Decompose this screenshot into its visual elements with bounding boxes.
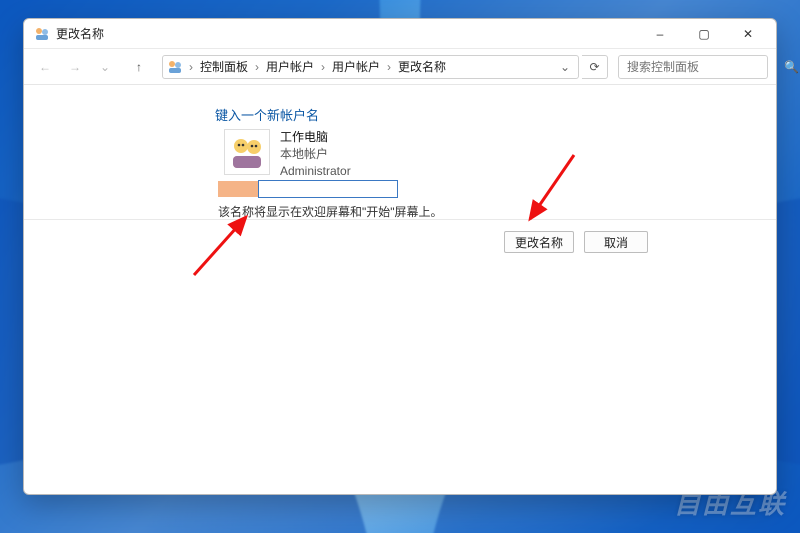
breadcrumb-item[interactable]: 用户帐户 <box>329 58 383 75</box>
change-name-button[interactable]: 更改名称 <box>504 231 574 253</box>
new-name-input[interactable] <box>258 180 398 198</box>
maximize-button[interactable]: ▢ <box>682 20 726 48</box>
close-icon: ✕ <box>743 27 753 41</box>
chevron-right-icon[interactable]: › <box>187 60 195 74</box>
page-heading: 键入一个新帐户名 <box>215 105 319 124</box>
hint-text: 该名称将显示在欢迎屏幕和"开始"屏幕上。 <box>218 203 443 220</box>
chevron-right-icon[interactable]: › <box>253 60 261 74</box>
refresh-icon: ⟳ <box>589 60 599 74</box>
address-bar[interactable]: › 控制面板 › 用户帐户 › 用户帐户 › 更改名称 ⌄ <box>162 55 579 79</box>
titlebar: 更改名称 – ▢ ✕ <box>24 19 776 49</box>
nav-up-button[interactable]: ↑ <box>126 54 152 80</box>
cancel-button[interactable]: 取消 <box>584 231 648 253</box>
account-summary: 工作电脑 本地帐户 Administrator <box>224 129 351 179</box>
user-accounts-icon <box>34 26 50 42</box>
breadcrumb-item[interactable]: 控制面板 <box>197 58 251 75</box>
chevron-right-icon[interactable]: › <box>385 60 393 74</box>
search-input[interactable] <box>625 59 784 75</box>
breadcrumb-item[interactable]: 用户帐户 <box>263 58 317 75</box>
user-accounts-icon <box>167 59 183 75</box>
refresh-button[interactable]: ⟳ <box>582 55 608 79</box>
account-avatar <box>224 129 270 175</box>
account-name: 工作电脑 <box>280 129 351 146</box>
close-button[interactable]: ✕ <box>726 20 770 48</box>
chevron-right-icon[interactable]: › <box>319 60 327 74</box>
nav-back-button[interactable]: ← <box>32 54 58 80</box>
nav-toolbar: ← → ⌄ ↑ › 控制面板 › 用户帐户 › 用户帐户 › 更改名称 ⌄ ⟳ <box>24 49 776 85</box>
divider <box>24 219 776 220</box>
content-area: 键入一个新帐户名 工作电脑 本地帐户 Administrator <box>24 85 776 494</box>
search-icon[interactable]: 🔍 <box>784 60 799 74</box>
nav-recent-button[interactable]: ⌄ <box>92 54 118 80</box>
window-title: 更改名称 <box>56 25 104 42</box>
control-panel-window: 更改名称 – ▢ ✕ ← → ⌄ ↑ › 控制面板 › 用户帐户 › 用户帐户 … <box>23 18 777 495</box>
account-type: 本地帐户 <box>280 146 351 163</box>
annotation-arrow-right <box>474 145 584 235</box>
breadcrumb-item[interactable]: 更改名称 <box>395 58 449 75</box>
account-role: Administrator <box>280 163 351 180</box>
minimize-icon: – <box>657 27 664 41</box>
maximize-icon: ▢ <box>698 27 709 41</box>
address-dropdown-button[interactable]: ⌄ <box>556 60 574 74</box>
redacted-block <box>218 181 258 197</box>
search-box[interactable]: 🔍 <box>618 55 768 79</box>
minimize-button[interactable]: – <box>638 20 682 48</box>
nav-forward-button[interactable]: → <box>62 54 88 80</box>
